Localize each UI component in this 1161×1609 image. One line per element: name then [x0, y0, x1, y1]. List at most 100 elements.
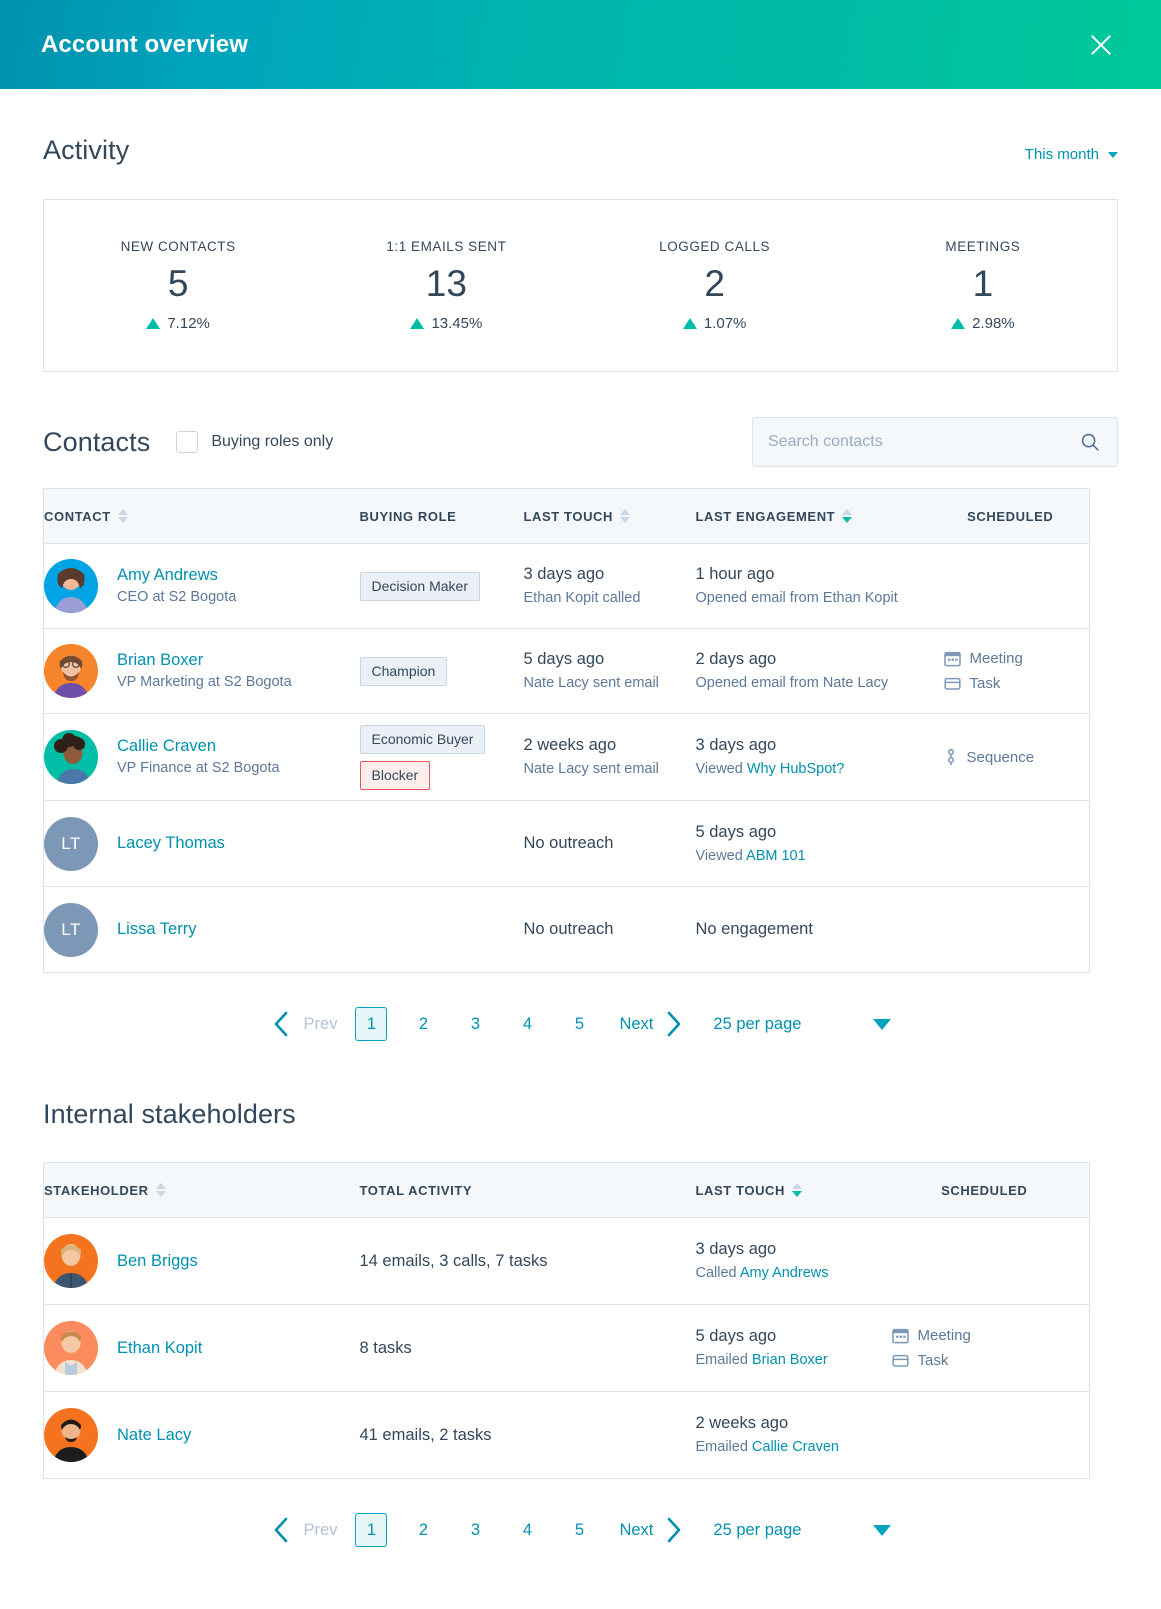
page-button-5[interactable]: 5	[563, 1007, 595, 1041]
last-touch-time: 3 days ago	[524, 563, 684, 585]
buying-roles-checkbox[interactable]	[176, 431, 198, 453]
prev-page-button[interactable]: Prev	[304, 1015, 338, 1034]
last-touch-cell: 5 days ago Nate Lacy sent email	[524, 629, 696, 714]
contact-name[interactable]: Lacey Thomas	[117, 832, 225, 854]
per-page-chevron-down-icon[interactable]	[873, 1525, 891, 1536]
column-header-total-activity[interactable]: TOTAL ACTIVITY	[360, 1163, 696, 1218]
column-header-last-touch[interactable]: LAST TOUCH	[524, 489, 696, 544]
table-row[interactable]: Brian Boxer VP Marketing at S2 Bogota Ch…	[44, 629, 1090, 714]
last-touch-time: 2 weeks ago	[696, 1412, 880, 1434]
stakeholder-name[interactable]: Nate Lacy	[117, 1424, 191, 1446]
contact-name[interactable]: Callie Craven	[117, 735, 280, 757]
last-touch-link[interactable]: Callie Craven	[752, 1439, 839, 1455]
period-dropdown[interactable]: This month	[1025, 146, 1118, 163]
contact-subtitle: CEO at S2 Bogota	[117, 587, 236, 607]
chevron-down-icon	[1108, 152, 1118, 158]
page-title: Account overview	[41, 31, 248, 59]
next-page-button[interactable]: Next	[619, 1521, 653, 1540]
contact-name[interactable]: Amy Andrews	[117, 564, 236, 586]
sort-icon[interactable]	[620, 509, 630, 523]
table-row[interactable]: Amy Andrews CEO at S2 Bogota Decision Ma…	[44, 544, 1090, 629]
sort-icon[interactable]	[156, 1183, 166, 1197]
column-header-stakeholder[interactable]: STAKEHOLDER	[44, 1163, 360, 1218]
search-input[interactable]	[768, 433, 1058, 451]
scheduled-sequence[interactable]: Sequence	[944, 749, 1078, 766]
chevron-left-icon[interactable]	[270, 1515, 292, 1545]
per-page-label[interactable]: 25 per page	[713, 1015, 801, 1034]
last-touch-cell: 2 weeks ago Nate Lacy sent email	[524, 714, 696, 801]
contact-name[interactable]: Brian Boxer	[117, 649, 292, 671]
chevron-right-icon[interactable]	[663, 1515, 685, 1545]
close-icon[interactable]	[1081, 25, 1121, 65]
chevron-right-icon[interactable]	[663, 1009, 685, 1039]
last-engagement-link[interactable]: Why HubSpot?	[747, 761, 845, 777]
page-button-4[interactable]: 4	[511, 1513, 543, 1547]
page-button-3[interactable]: 3	[459, 1007, 491, 1041]
stakeholder-cell: Ben Briggs	[44, 1218, 360, 1305]
contact-subtitle: VP Marketing at S2 Bogota	[117, 672, 292, 692]
last-touch-detail-prefix: Called	[696, 1265, 740, 1281]
table-row[interactable]: LT Lacey Thomas No outreach	[44, 801, 1090, 887]
column-header-scheduled[interactable]: SCHEDULED	[944, 489, 1090, 544]
stakeholder-name[interactable]: Ethan Kopit	[117, 1337, 202, 1359]
buying-role-cell	[360, 887, 524, 973]
triangle-up-icon	[951, 318, 965, 329]
column-header-last-engagement[interactable]: LAST ENGAGEMENT	[696, 489, 944, 544]
page-button-1[interactable]: 1	[355, 1513, 387, 1547]
stakeholder-name[interactable]: Ben Briggs	[117, 1250, 198, 1272]
page-button-2[interactable]: 2	[407, 1513, 439, 1547]
last-engagement-cell: 3 days ago Viewed Why HubSpot?	[696, 714, 944, 801]
calendar-icon	[944, 650, 961, 667]
page-button-1[interactable]: 1	[355, 1007, 387, 1041]
scheduled-cell	[944, 887, 1090, 973]
buying-role-cell: Economic Buyer Blocker	[360, 714, 524, 801]
column-header-buying-role[interactable]: BUYING ROLE	[360, 489, 524, 544]
contact-name[interactable]: Lissa Terry	[117, 918, 196, 940]
page-button-2[interactable]: 2	[407, 1007, 439, 1041]
per-page-label[interactable]: 25 per page	[713, 1521, 801, 1540]
table-row[interactable]: Callie Craven VP Finance at S2 Bogota Ec…	[44, 714, 1090, 801]
page-button-4[interactable]: 4	[511, 1007, 543, 1041]
next-page-button[interactable]: Next	[619, 1015, 653, 1034]
column-header-scheduled[interactable]: SCHEDULED	[892, 1163, 1090, 1218]
chevron-left-icon[interactable]	[270, 1009, 292, 1039]
last-engagement-link[interactable]: ABM 101	[746, 848, 806, 864]
scheduled-meeting[interactable]: Meeting	[892, 1327, 1078, 1344]
table-row[interactable]: LT Lissa Terry No outreach	[44, 887, 1090, 973]
per-page-chevron-down-icon[interactable]	[873, 1019, 891, 1030]
search-contacts-box[interactable]	[752, 417, 1118, 467]
last-touch-link[interactable]: Brian Boxer	[752, 1352, 828, 1368]
scheduled-meeting[interactable]: Meeting	[944, 650, 1078, 667]
sort-icon-active[interactable]	[792, 1183, 802, 1197]
stakeholder-cell: Nate Lacy	[44, 1392, 360, 1479]
scheduled-label: Task	[970, 675, 1001, 692]
page-button-3[interactable]: 3	[459, 1513, 491, 1547]
last-touch-link[interactable]: Amy Andrews	[740, 1265, 829, 1281]
sort-icon-active[interactable]	[842, 509, 852, 523]
avatar	[44, 559, 98, 613]
page-button-5[interactable]: 5	[563, 1513, 595, 1547]
avatar	[44, 730, 98, 784]
table-row[interactable]: Nate Lacy 41 emails, 2 tasks 2 weeks ago…	[44, 1392, 1090, 1479]
table-row[interactable]: Ethan Kopit 8 tasks 5 days ago Emailed B…	[44, 1305, 1090, 1392]
buying-roles-filter[interactable]: Buying roles only	[176, 431, 333, 453]
column-label: SCHEDULED	[941, 1183, 1027, 1198]
prev-page-button[interactable]: Prev	[304, 1521, 338, 1540]
last-touch-cell: No outreach	[524, 801, 696, 887]
sort-icon[interactable]	[118, 509, 128, 523]
table-row[interactable]: Ben Briggs 14 emails, 3 calls, 7 tasks 3…	[44, 1218, 1090, 1305]
last-touch-cell: 2 weeks ago Emailed Callie Craven	[696, 1392, 892, 1479]
total-activity-value: 8 tasks	[360, 1337, 684, 1359]
contacts-table: CONTACT BUYING ROLE	[43, 488, 1090, 973]
column-header-last-touch[interactable]: LAST TOUCH	[696, 1163, 892, 1218]
column-header-contact[interactable]: CONTACT	[44, 489, 360, 544]
scheduled-task[interactable]: Task	[944, 675, 1078, 692]
last-touch-cell: 5 days ago Emailed Brian Boxer	[696, 1305, 892, 1392]
sequence-icon	[944, 749, 958, 766]
contacts-pagination: Prev 1 2 3 4 5 Next 25 per page	[43, 1007, 1118, 1041]
contact-cell: Callie Craven VP Finance at S2 Bogota	[44, 714, 360, 801]
scheduled-task[interactable]: Task	[892, 1352, 1078, 1369]
last-engagement-detail-prefix: Viewed	[696, 848, 747, 864]
stat-logged-calls: LOGGED CALLS 2 1.07%	[581, 239, 849, 332]
scheduled-label: Meeting	[918, 1327, 971, 1344]
